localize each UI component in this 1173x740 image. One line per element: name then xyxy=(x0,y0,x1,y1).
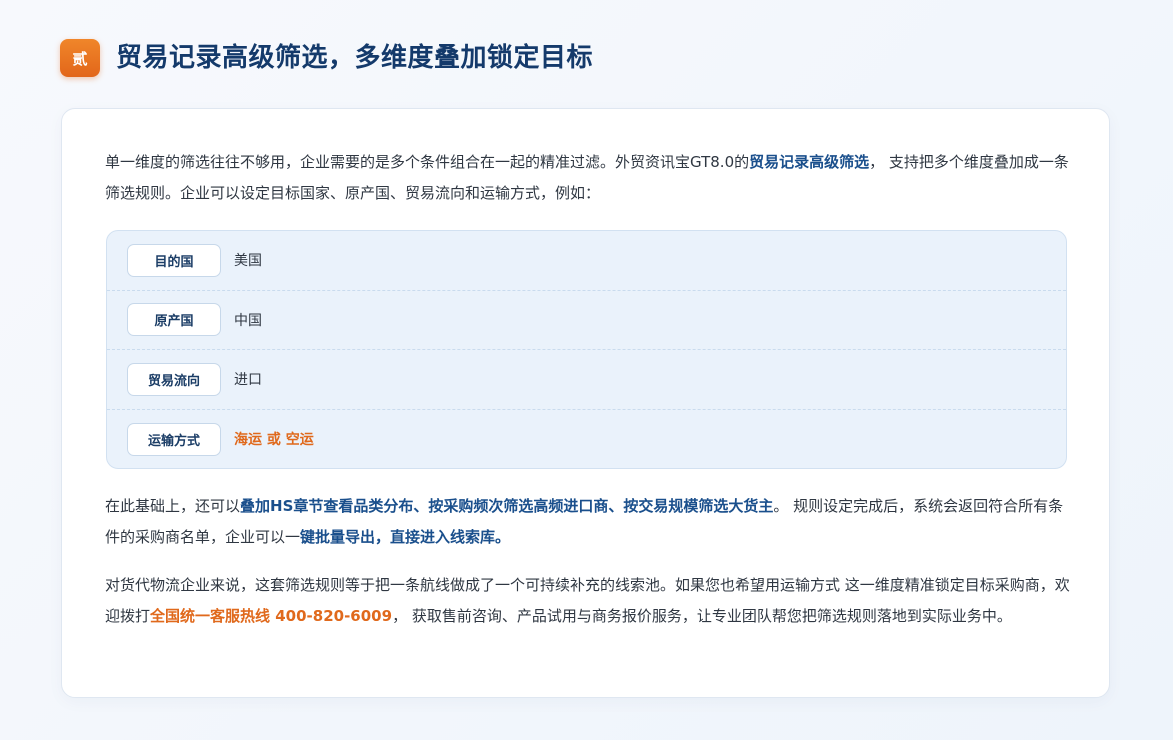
filter-key-tag: 运输方式 xyxy=(127,422,221,456)
details-text-1: 在此基础上，还可以 xyxy=(105,497,241,515)
filter-row-origin: 原产国 中国 xyxy=(107,291,1066,350)
filter-value: 海运 或 空运 xyxy=(234,432,314,449)
details-highlight-1: 叠加HS章节查看品类分布、按采购频次筛选高频进口商、按交易规模筛选大货主 xyxy=(240,497,774,515)
contact-paragraph: 对货代物流企业来说，这套筛选规则等于把一条航线做成了一个可持续补充的线索池。如果… xyxy=(105,570,1070,632)
section-number-badge: 贰 xyxy=(60,39,100,77)
filter-value: 进口 xyxy=(234,372,262,389)
intro-highlight: 贸易记录高级筛选 xyxy=(749,153,870,171)
details-highlight-2: 键批量导出，直接进入线索库。 xyxy=(300,528,511,546)
hotline-highlight: 全国统一客服热线 400-820-6009 xyxy=(150,607,393,625)
filter-row-transport: 运输方式 海运 或 空运 xyxy=(107,410,1066,469)
content-card: 单一维度的筛选往往不够用，企业需要的是多个条件组合在一起的精准过滤。外贸资讯宝G… xyxy=(61,108,1110,698)
filter-row-destination: 目的国 美国 xyxy=(107,231,1066,291)
intro-text-1: 单一维度的筛选往往不够用，企业需要的是多个条件组合在一起的精准过滤。外贸资讯宝G… xyxy=(105,153,750,171)
section-title: 贸易记录高级筛选，多维度叠加锁定目标 xyxy=(116,43,594,73)
filter-key-tag: 贸易流向 xyxy=(127,362,221,396)
filter-value: 美国 xyxy=(234,253,262,270)
filter-key-tag: 原产国 xyxy=(127,303,221,337)
contact-text-2: ， 获取售前咨询、产品试用与商务报价服务，让专业团队帮您把筛选规则落地到实际业务… xyxy=(392,607,1012,625)
details-paragraph: 在此基础上，还可以叠加HS章节查看品类分布、按采购频次筛选高频进口商、按交易规模… xyxy=(105,491,1070,553)
filter-row-trade-direction: 贸易流向 进口 xyxy=(107,350,1066,410)
filter-value: 中国 xyxy=(234,312,262,329)
filter-key-tag: 目的国 xyxy=(127,243,221,277)
intro-paragraph: 单一维度的筛选往往不够用，企业需要的是多个条件组合在一起的精准过滤。外贸资讯宝G… xyxy=(105,147,1070,209)
section-header: 贰 贸易记录高级筛选，多维度叠加锁定目标 xyxy=(60,39,593,77)
filter-example-panel: 目的国 美国 原产国 中国 贸易流向 进口 运输方式 海运 或 空运 xyxy=(106,230,1067,469)
